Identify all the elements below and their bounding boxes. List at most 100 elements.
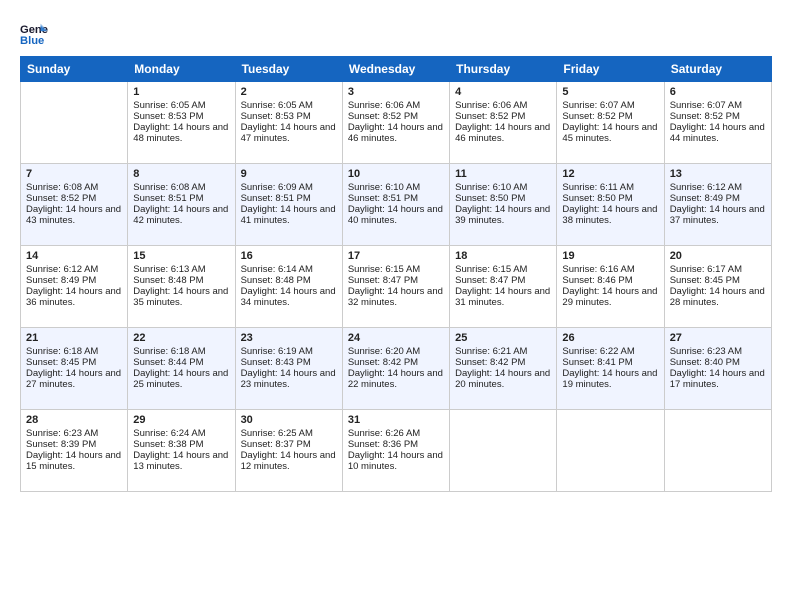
calendar-cell: 17 Sunrise: 6:15 AM Sunset: 8:47 PM Dayl… [342,246,449,328]
daylight-text: Daylight: 14 hours and 17 minutes. [670,368,765,390]
daylight-text: Daylight: 14 hours and 34 minutes. [241,286,336,308]
calendar-cell: 23 Sunrise: 6:19 AM Sunset: 8:43 PM Dayl… [235,328,342,410]
calendar-cell: 18 Sunrise: 6:15 AM Sunset: 8:47 PM Dayl… [450,246,557,328]
sunset-text: Sunset: 8:42 PM [348,357,418,368]
sunrise-text: Sunrise: 6:23 AM [26,428,98,439]
day-number: 17 [348,250,444,262]
calendar-cell: 5 Sunrise: 6:07 AM Sunset: 8:52 PM Dayli… [557,82,664,164]
weekday-header: Tuesday [235,57,342,82]
calendar-page: General Blue SundayMondayTuesdayWednesda… [0,0,792,502]
daylight-text: Daylight: 14 hours and 23 minutes. [241,368,336,390]
day-number: 19 [562,250,658,262]
weekday-header: Wednesday [342,57,449,82]
calendar-table: SundayMondayTuesdayWednesdayThursdayFrid… [20,56,772,492]
sunrise-text: Sunrise: 6:07 AM [562,100,634,111]
sunrise-text: Sunrise: 6:15 AM [455,264,527,275]
sunrise-text: Sunrise: 6:05 AM [133,100,205,111]
sunset-text: Sunset: 8:45 PM [26,357,96,368]
daylight-text: Daylight: 14 hours and 48 minutes. [133,122,228,144]
daylight-text: Daylight: 14 hours and 28 minutes. [670,286,765,308]
calendar-cell: 10 Sunrise: 6:10 AM Sunset: 8:51 PM Dayl… [342,164,449,246]
sunrise-text: Sunrise: 6:13 AM [133,264,205,275]
sunset-text: Sunset: 8:51 PM [241,193,311,204]
calendar-cell: 7 Sunrise: 6:08 AM Sunset: 8:52 PM Dayli… [21,164,128,246]
daylight-text: Daylight: 14 hours and 22 minutes. [348,368,443,390]
daylight-text: Daylight: 14 hours and 29 minutes. [562,286,657,308]
daylight-text: Daylight: 14 hours and 31 minutes. [455,286,550,308]
calendar-week-row: 21 Sunrise: 6:18 AM Sunset: 8:45 PM Dayl… [21,328,772,410]
svg-text:Blue: Blue [20,35,44,46]
daylight-text: Daylight: 14 hours and 43 minutes. [26,204,121,226]
sunset-text: Sunset: 8:50 PM [455,193,525,204]
day-number: 23 [241,332,337,344]
daylight-text: Daylight: 14 hours and 10 minutes. [348,450,443,472]
calendar-cell: 26 Sunrise: 6:22 AM Sunset: 8:41 PM Dayl… [557,328,664,410]
sunrise-text: Sunrise: 6:24 AM [133,428,205,439]
sunset-text: Sunset: 8:43 PM [241,357,311,368]
sunset-text: Sunset: 8:38 PM [133,439,203,450]
calendar-cell: 29 Sunrise: 6:24 AM Sunset: 8:38 PM Dayl… [128,410,235,492]
calendar-cell: 28 Sunrise: 6:23 AM Sunset: 8:39 PM Dayl… [21,410,128,492]
sunrise-text: Sunrise: 6:20 AM [348,346,420,357]
daylight-text: Daylight: 14 hours and 46 minutes. [455,122,550,144]
sunset-text: Sunset: 8:53 PM [241,111,311,122]
calendar-cell: 21 Sunrise: 6:18 AM Sunset: 8:45 PM Dayl… [21,328,128,410]
sunrise-text: Sunrise: 6:06 AM [348,100,420,111]
sunset-text: Sunset: 8:52 PM [670,111,740,122]
header: General Blue [20,18,772,46]
sunrise-text: Sunrise: 6:25 AM [241,428,313,439]
daylight-text: Daylight: 14 hours and 38 minutes. [562,204,657,226]
calendar-cell: 1 Sunrise: 6:05 AM Sunset: 8:53 PM Dayli… [128,82,235,164]
day-number: 2 [241,86,337,98]
calendar-cell [450,410,557,492]
calendar-cell: 12 Sunrise: 6:11 AM Sunset: 8:50 PM Dayl… [557,164,664,246]
weekday-header: Thursday [450,57,557,82]
calendar-cell: 30 Sunrise: 6:25 AM Sunset: 8:37 PM Dayl… [235,410,342,492]
calendar-cell: 11 Sunrise: 6:10 AM Sunset: 8:50 PM Dayl… [450,164,557,246]
logo-icon: General Blue [20,18,48,46]
daylight-text: Daylight: 14 hours and 44 minutes. [670,122,765,144]
sunrise-text: Sunrise: 6:10 AM [455,182,527,193]
daylight-text: Daylight: 14 hours and 41 minutes. [241,204,336,226]
calendar-cell [21,82,128,164]
sunrise-text: Sunrise: 6:26 AM [348,428,420,439]
calendar-week-row: 1 Sunrise: 6:05 AM Sunset: 8:53 PM Dayli… [21,82,772,164]
sunset-text: Sunset: 8:46 PM [562,275,632,286]
day-number: 14 [26,250,122,262]
sunset-text: Sunset: 8:51 PM [348,193,418,204]
sunrise-text: Sunrise: 6:18 AM [133,346,205,357]
sunrise-text: Sunrise: 6:10 AM [348,182,420,193]
day-number: 26 [562,332,658,344]
day-number: 10 [348,168,444,180]
sunrise-text: Sunrise: 6:14 AM [241,264,313,275]
daylight-text: Daylight: 14 hours and 35 minutes. [133,286,228,308]
daylight-text: Daylight: 14 hours and 46 minutes. [348,122,443,144]
day-number: 4 [455,86,551,98]
sunrise-text: Sunrise: 6:19 AM [241,346,313,357]
day-number: 20 [670,250,766,262]
day-number: 13 [670,168,766,180]
sunrise-text: Sunrise: 6:06 AM [455,100,527,111]
day-number: 15 [133,250,229,262]
day-number: 29 [133,414,229,426]
sunset-text: Sunset: 8:48 PM [133,275,203,286]
calendar-cell: 22 Sunrise: 6:18 AM Sunset: 8:44 PM Dayl… [128,328,235,410]
sunset-text: Sunset: 8:52 PM [562,111,632,122]
daylight-text: Daylight: 14 hours and 20 minutes. [455,368,550,390]
day-number: 1 [133,86,229,98]
calendar-cell: 6 Sunrise: 6:07 AM Sunset: 8:52 PM Dayli… [664,82,771,164]
weekday-header: Monday [128,57,235,82]
calendar-cell: 31 Sunrise: 6:26 AM Sunset: 8:36 PM Dayl… [342,410,449,492]
sunrise-text: Sunrise: 6:22 AM [562,346,634,357]
calendar-cell: 25 Sunrise: 6:21 AM Sunset: 8:42 PM Dayl… [450,328,557,410]
calendar-cell: 8 Sunrise: 6:08 AM Sunset: 8:51 PM Dayli… [128,164,235,246]
daylight-text: Daylight: 14 hours and 12 minutes. [241,450,336,472]
calendar-cell: 9 Sunrise: 6:09 AM Sunset: 8:51 PM Dayli… [235,164,342,246]
day-number: 16 [241,250,337,262]
daylight-text: Daylight: 14 hours and 39 minutes. [455,204,550,226]
calendar-cell: 27 Sunrise: 6:23 AM Sunset: 8:40 PM Dayl… [664,328,771,410]
sunset-text: Sunset: 8:44 PM [133,357,203,368]
daylight-text: Daylight: 14 hours and 13 minutes. [133,450,228,472]
sunrise-text: Sunrise: 6:11 AM [562,182,634,193]
day-number: 30 [241,414,337,426]
